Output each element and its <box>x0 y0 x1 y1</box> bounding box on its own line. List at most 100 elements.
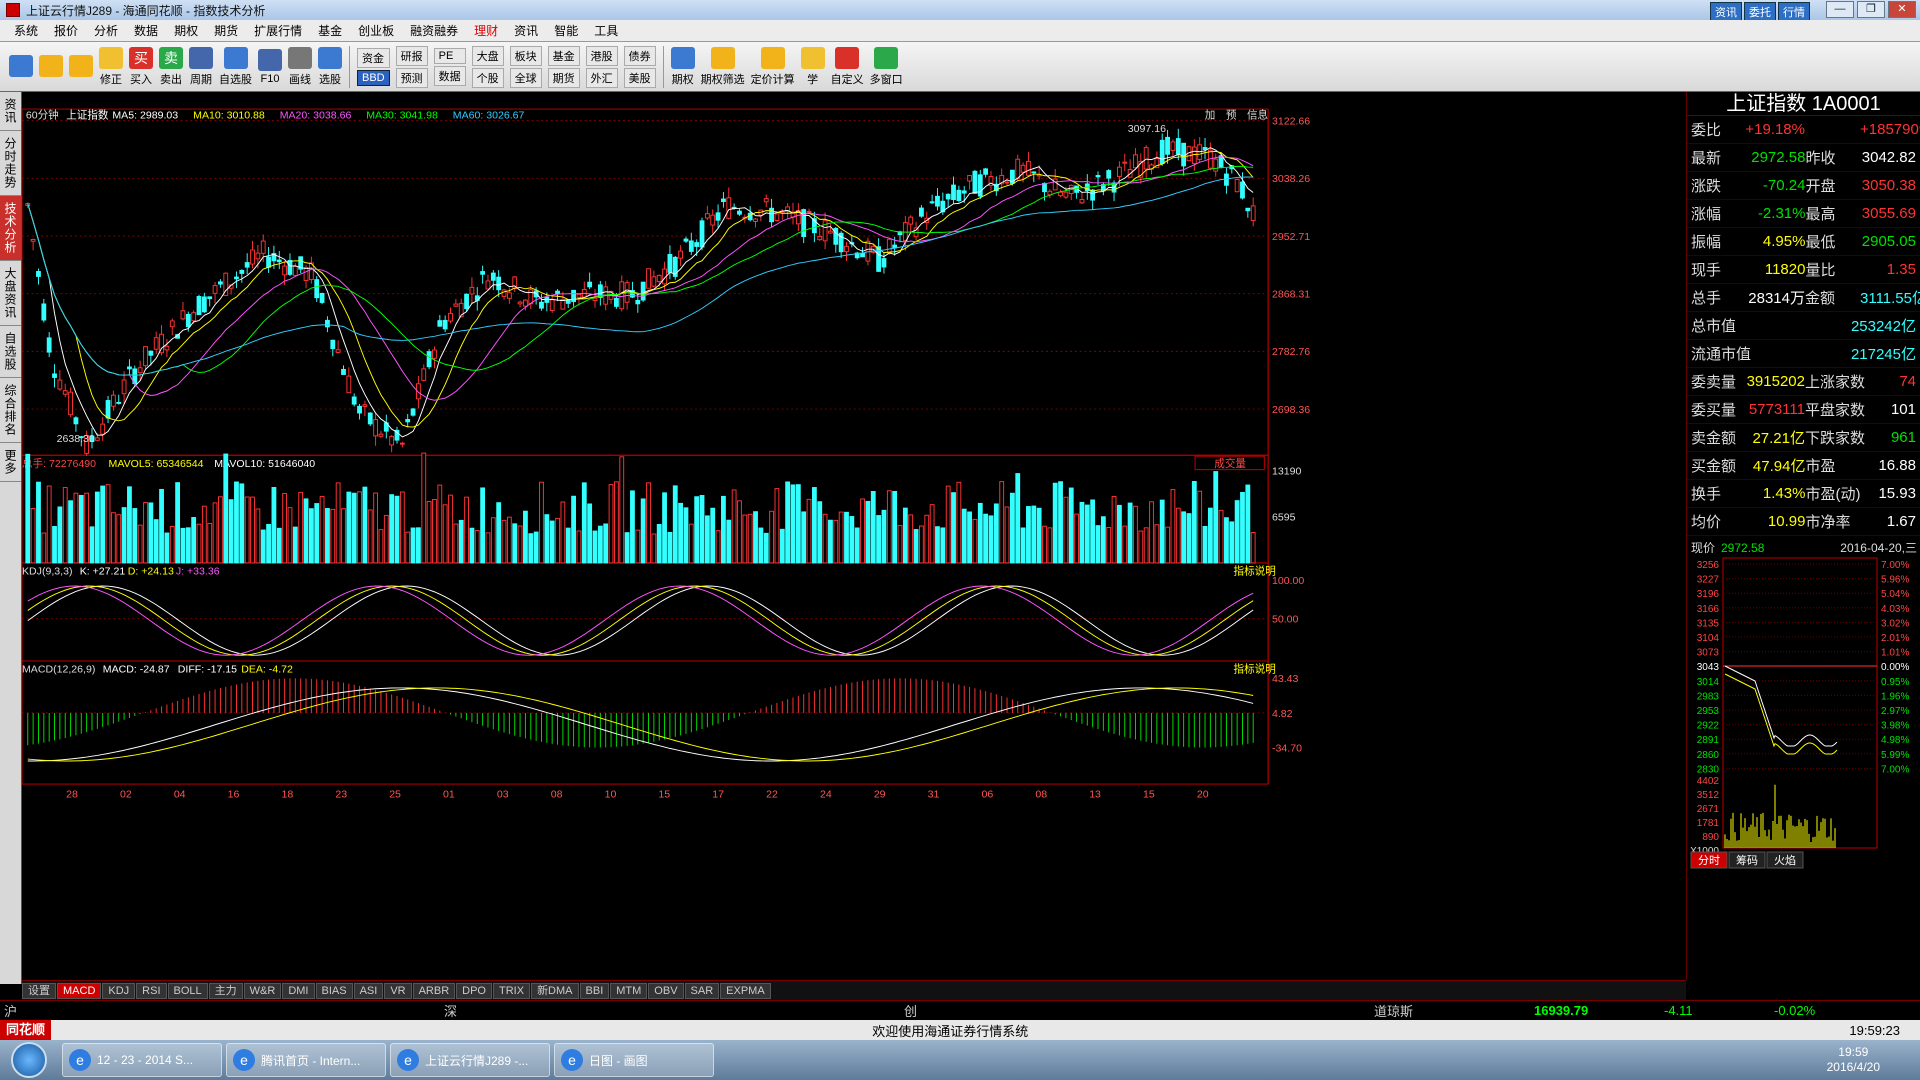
start-button[interactable] <box>0 1041 58 1079</box>
taskbar-item-2[interactable]: e 上证云行情J289 -... <box>390 1043 550 1077</box>
pair-top-4[interactable]: 板块 <box>509 45 542 66</box>
quote-v2: 101 <box>1890 401 1916 418</box>
indicator-tab-15[interactable]: BBI <box>579 982 610 999</box>
candle <box>710 214 716 226</box>
ticker-sh[interactable]: 沪 <box>4 1001 444 1020</box>
ticker-dj[interactable]: 道琼斯 <box>1374 1001 1534 1020</box>
ticker-cy[interactable]: 创 <box>904 1001 1374 1020</box>
indicator-tab-2[interactable]: KDJ <box>102 982 136 999</box>
quote-button[interactable]: 行情 <box>1778 2 1810 22</box>
volume-bar <box>897 525 903 564</box>
menu-11[interactable]: 资讯 <box>506 22 546 39</box>
menu-3[interactable]: 数据 <box>126 22 166 39</box>
menu-12[interactable]: 智能 <box>546 22 586 39</box>
left-tab-6[interactable]: 更多 <box>0 443 21 482</box>
main-button-1[interactable] <box>39 54 63 79</box>
menu-2[interactable]: 分析 <box>86 22 126 39</box>
left-tab-3[interactable]: 大盘资讯 <box>0 261 21 326</box>
intraday-mini-chart: 现价 2972.58 2016-04-20,三 3256 7.00% 3227 5.96% 3… <box>1690 541 1917 869</box>
left-tab-2[interactable]: 技术分析 <box>0 196 21 261</box>
ticker-sz[interactable]: 深 <box>444 1001 904 1020</box>
pair-bottom-2[interactable]: 数据 <box>433 65 466 86</box>
menu-8[interactable]: 创业板 <box>350 22 402 39</box>
main-button-6[interactable]: 周期 <box>189 46 213 87</box>
main-button-10[interactable]: 选股 <box>318 46 342 87</box>
right-button-5[interactable]: 多窗口 <box>870 46 903 87</box>
volume-bar <box>517 525 523 564</box>
pair-bottom-7[interactable]: 美股 <box>623 67 656 88</box>
left-tab-1[interactable]: 分时走势 <box>0 131 21 196</box>
main-button-8[interactable]: F10 <box>258 48 282 85</box>
taskbar-item-3[interactable]: e 日图 - 画图 <box>554 1043 714 1077</box>
volume-bar <box>298 491 304 564</box>
volume-bar <box>46 485 52 564</box>
menu-6[interactable]: 扩展行情 <box>246 22 310 39</box>
order-button[interactable]: 委托 <box>1744 2 1776 22</box>
right-button-0[interactable]: 期权 <box>670 46 695 87</box>
news-button[interactable]: 资讯 <box>1710 2 1742 22</box>
main-button-4[interactable]: 买买入 <box>129 46 153 87</box>
pair-top-7[interactable]: 债券 <box>623 45 656 66</box>
right-button-4[interactable]: 自定义 <box>831 46 864 87</box>
indicator-tab-17[interactable]: OBV <box>648 982 684 999</box>
menu-4[interactable]: 期权 <box>166 22 206 39</box>
indicator-tab-1[interactable]: MACD <box>57 982 102 999</box>
right-button-2[interactable]: 定价计算 <box>751 46 795 87</box>
pair-bottom-6[interactable]: 外汇 <box>585 67 618 88</box>
right-button-1[interactable]: 期权筛选 <box>701 46 745 87</box>
left-tab-4[interactable]: 自选股 <box>0 326 21 378</box>
indicator-tab-12[interactable]: DPO <box>456 982 492 999</box>
left-tab-0[interactable]: 资讯 <box>0 92 21 131</box>
indicator-tab-5[interactable]: 主力 <box>208 982 243 999</box>
pair-bottom-3[interactable]: 个股 <box>471 67 504 88</box>
indicator-tab-10[interactable]: VR <box>384 982 412 999</box>
main-button-3[interactable]: 修正 <box>99 46 123 87</box>
indicator-tab-14[interactable]: 新DMA <box>531 982 579 999</box>
indicator-tab-18[interactable]: SAR <box>684 982 720 999</box>
pair-bottom-1[interactable]: 预测 <box>395 67 428 88</box>
restore-icon[interactable]: ❐ <box>1857 1 1885 18</box>
indicator-tab-13[interactable]: TRIX <box>493 982 531 999</box>
menu-9[interactable]: 融资融券 <box>402 22 466 39</box>
indicator-tab-11[interactable]: ARBR <box>412 982 456 999</box>
pair-top-2[interactable]: PE <box>433 47 466 64</box>
pair-top-6[interactable]: 港股 <box>585 45 618 66</box>
pair-bottom-4[interactable]: 全球 <box>509 67 542 88</box>
left-tab-5[interactable]: 综合排名 <box>0 378 21 443</box>
indicator-tab-6[interactable]: W&R <box>243 982 282 999</box>
indicator-tab-19[interactable]: EXPMA <box>720 982 771 999</box>
indicator-tab-3[interactable]: RSI <box>136 982 167 999</box>
indicator-tab-16[interactable]: MTM <box>610 982 648 999</box>
menu-1[interactable]: 报价 <box>46 22 86 39</box>
pair-top-1[interactable]: 研报 <box>395 45 428 66</box>
main-button-2[interactable] <box>69 54 93 79</box>
main-button-0[interactable] <box>9 54 33 79</box>
menu-7[interactable]: 基金 <box>310 22 350 39</box>
main-button-5[interactable]: 卖卖出 <box>159 46 183 87</box>
right-button-3[interactable]: 学 <box>800 46 825 87</box>
minimize-icon[interactable]: — <box>1826 1 1854 18</box>
main-button-7[interactable]: 自选股 <box>219 46 252 87</box>
pair-top-3[interactable]: 大盘 <box>471 45 504 66</box>
pair-bottom-5[interactable]: 期货 <box>547 67 580 88</box>
menu-13[interactable]: 工具 <box>586 22 626 39</box>
indicator-tab-0[interactable]: 设置 <box>22 982 56 999</box>
volume-bar <box>453 523 459 564</box>
close-icon[interactable]: ✕ <box>1888 1 1916 18</box>
indicator-tab-7[interactable]: DMI <box>282 982 315 999</box>
indicator-tab-9[interactable]: ASI <box>353 982 384 999</box>
indicator-tab-8[interactable]: BIAS <box>315 982 353 999</box>
candle <box>46 337 52 353</box>
pair-bottom-0[interactable]: BBD <box>357 69 390 86</box>
volume-bar <box>587 503 593 564</box>
pair-top-0[interactable]: 资金 <box>357 47 390 68</box>
taskbar-item-1[interactable]: e 腾讯首页 - Intern... <box>226 1043 386 1077</box>
volume-bar <box>1229 521 1235 564</box>
pair-top-5[interactable]: 基金 <box>547 45 580 66</box>
menu-10[interactable]: 理财 <box>466 22 506 39</box>
menu-0[interactable]: 系统 <box>6 22 46 39</box>
main-button-9[interactable]: 画线 <box>288 46 312 87</box>
menu-5[interactable]: 期货 <box>206 22 246 39</box>
taskbar-item-0[interactable]: e 12 - 23 - 2014 S... <box>62 1043 222 1077</box>
indicator-tab-4[interactable]: BOLL <box>167 982 208 999</box>
